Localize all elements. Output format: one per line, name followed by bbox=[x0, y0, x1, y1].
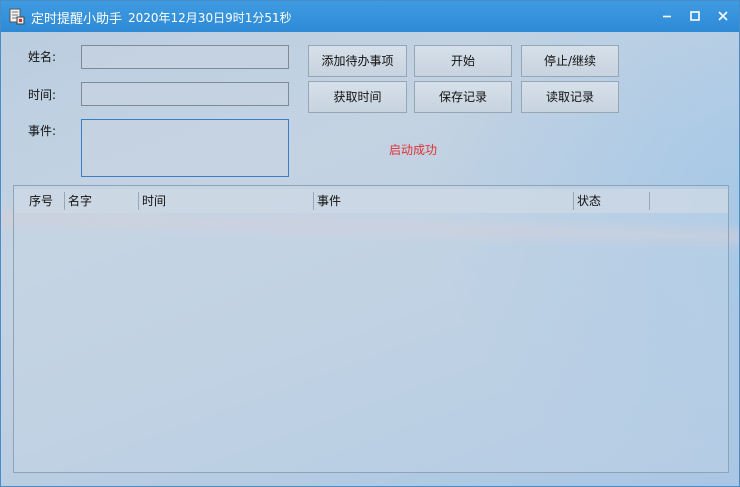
time-input[interactable] bbox=[81, 82, 289, 106]
window-title: 定时提醒小助手 bbox=[31, 12, 123, 27]
column-header-time[interactable]: 时间 bbox=[139, 189, 314, 213]
read-record-button[interactable]: 读取记录 bbox=[521, 81, 619, 113]
name-input[interactable] bbox=[81, 45, 289, 69]
title-clock: 2020年12月30日9时1分51秒 bbox=[128, 11, 292, 25]
status-message: 启动成功 bbox=[389, 143, 438, 157]
name-label: 姓名: bbox=[28, 50, 57, 64]
column-divider[interactable] bbox=[649, 192, 650, 210]
event-textarea[interactable] bbox=[81, 119, 289, 177]
save-record-button[interactable]: 保存记录 bbox=[414, 81, 512, 113]
app-icon bbox=[9, 8, 25, 25]
add-todo-button[interactable]: 添加待办事项 bbox=[308, 45, 407, 77]
todo-list-view[interactable]: 序号 名字 时间 事件 状态 bbox=[13, 185, 729, 473]
column-header-name[interactable]: 名字 bbox=[65, 189, 140, 213]
column-divider[interactable] bbox=[138, 192, 139, 210]
column-divider[interactable] bbox=[64, 192, 65, 210]
column-header-index[interactable]: 序号 bbox=[26, 189, 66, 213]
minimize-button[interactable] bbox=[656, 6, 678, 26]
column-divider[interactable] bbox=[573, 192, 574, 210]
column-header-status[interactable]: 状态 bbox=[574, 189, 650, 213]
get-time-button[interactable]: 获取时间 bbox=[308, 81, 407, 113]
app-window: 定时提醒小助手 2020年12月30日9时1分51秒 姓名: 时间: 事件: 添… bbox=[0, 0, 740, 487]
column-header-event[interactable]: 事件 bbox=[314, 189, 574, 213]
close-button[interactable] bbox=[712, 6, 734, 26]
maximize-button[interactable] bbox=[684, 6, 706, 26]
title-bar[interactable]: 定时提醒小助手 2020年12月30日9时1分51秒 bbox=[1, 1, 739, 32]
stop-continue-button[interactable]: 停止/继续 bbox=[521, 45, 619, 77]
column-divider[interactable] bbox=[313, 192, 314, 210]
start-button[interactable]: 开始 bbox=[414, 45, 512, 77]
event-label: 事件: bbox=[28, 124, 57, 138]
time-label: 时间: bbox=[28, 88, 57, 102]
list-header: 序号 名字 时间 事件 状态 bbox=[14, 189, 728, 213]
